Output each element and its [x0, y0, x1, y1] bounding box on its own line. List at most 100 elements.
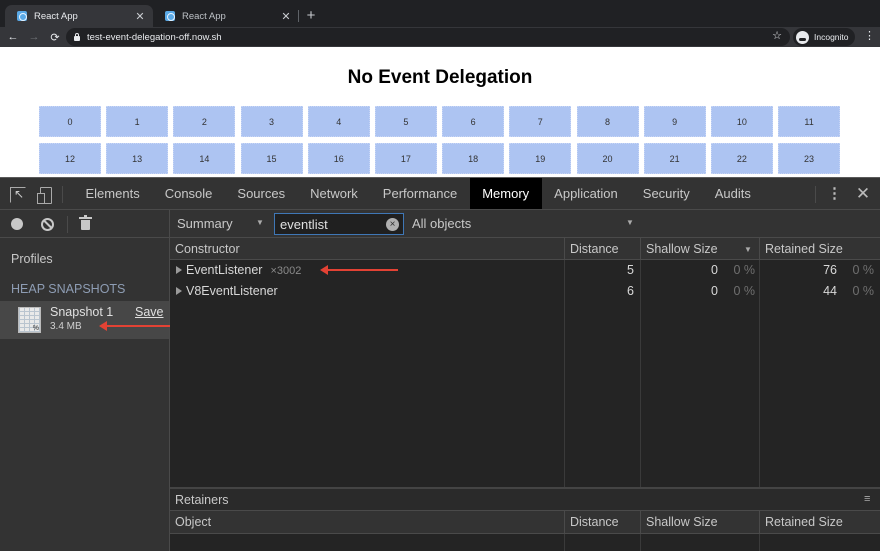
column-header-retained-size[interactable]: Retained Size	[759, 238, 880, 260]
devtools-tab-memory[interactable]: Memory	[469, 178, 542, 209]
devtools-tab-elements[interactable]: Elements	[73, 178, 152, 209]
perspective-select[interactable]: Summary	[177, 216, 233, 231]
devtools-tab-security[interactable]: Security	[630, 178, 702, 209]
grid-cell[interactable]: 13	[106, 143, 169, 174]
browser-tabstrip: React App ✕ React App ✕ +	[0, 0, 880, 27]
address-bar[interactable]: test-event-delegation-off.now.sh ☆	[66, 28, 790, 46]
profiles-heading: Profiles	[11, 252, 53, 266]
column-header-retained-size[interactable]: Retained Size	[759, 511, 880, 533]
grid-cell[interactable]: 23	[778, 143, 841, 174]
retainers-table-header: Object Distance Shallow Size Retained Si…	[170, 511, 880, 534]
retainers-menu-icon[interactable]: ≡	[864, 493, 874, 505]
tab-close-icon[interactable]: ✕	[135, 10, 145, 23]
grid-cell[interactable]: 1	[106, 106, 169, 137]
devtools-tab-network[interactable]: Network	[298, 178, 371, 209]
inspect-element-icon[interactable]	[10, 187, 26, 203]
dropdown-caret-icon[interactable]: ▼	[256, 218, 264, 227]
browser-toolbar: ← → ⟳ test-event-delegation-off.now.sh ☆…	[0, 27, 880, 47]
tab-close-icon[interactable]: ✕	[281, 10, 291, 23]
grid-cell[interactable]: 17	[374, 143, 437, 174]
grid-cell[interactable]: 8	[576, 106, 639, 137]
retained-size-value: 76	[823, 263, 837, 277]
grid-cell[interactable]: 19	[509, 143, 572, 174]
grid-cell[interactable]: 20	[576, 143, 639, 174]
grid-cell[interactable]: 6	[442, 106, 505, 137]
incognito-label: Incognito	[814, 32, 849, 42]
devtools-close-icon[interactable]: ✕	[855, 184, 871, 204]
column-header-shallow-size[interactable]: Shallow Size	[640, 511, 759, 533]
lock-icon[interactable]	[74, 32, 80, 41]
tab-title: React App	[34, 10, 78, 22]
column-divider	[564, 534, 565, 551]
devtools-tabs: Elements Console Sources Network Performance…	[73, 178, 763, 209]
table-row[interactable]: V8EventListener 6 0 0 % 44 0 %	[170, 281, 880, 302]
devtools-tab-console[interactable]: Console	[152, 178, 225, 209]
class-filter-input[interactable]	[274, 213, 404, 235]
column-header-object[interactable]: Object	[170, 511, 564, 533]
object-filter-select[interactable]: All objects	[412, 216, 471, 231]
grid-cell[interactable]: 11	[778, 106, 841, 137]
grid-cell[interactable]: 9	[643, 106, 706, 137]
grid-cell[interactable]: 21	[643, 143, 706, 174]
browser-tab-active[interactable]: React App ✕	[5, 5, 153, 27]
grid-cell[interactable]: 18	[442, 143, 505, 174]
device-toolbar-icon[interactable]	[37, 187, 53, 204]
devtools-tab-application[interactable]: Application	[542, 178, 631, 209]
clear-filter-icon[interactable]: ×	[386, 218, 399, 231]
distance-value: 5	[627, 263, 634, 277]
retainers-title: Retainers	[175, 493, 229, 507]
devtools-tab-performance[interactable]: Performance	[370, 178, 469, 209]
table-row[interactable]: EventListener ×3002 5 0 0 % 76 0 %	[170, 260, 880, 281]
devtools-menu-icon[interactable]: ⋮	[827, 185, 842, 203]
back-button[interactable]: ←	[5, 31, 21, 43]
shallow-size-value: 0	[711, 284, 718, 298]
number-grid: 0 1 2 3 4 5 6 7 8 9 10 11 12 13 14 15 16 17 18 19 20 21 22 23	[39, 106, 841, 174]
grid-cell[interactable]: 7	[509, 106, 572, 137]
expand-triangle-icon[interactable]	[176, 287, 182, 295]
expand-triangle-icon[interactable]	[176, 266, 182, 274]
snapshot-list-item[interactable]: Snapshot 1 3.4 MB Save	[0, 301, 169, 339]
shallow-size-value: 0	[711, 263, 718, 277]
retained-size-value: 44	[823, 284, 837, 298]
devtools-panel: ElementsConsoleSourcesNetworkPerformance…	[0, 177, 880, 551]
column-header-shallow-size[interactable]: Shallow Size	[640, 238, 759, 260]
tab-title: React App	[182, 10, 226, 22]
grid-cell[interactable]: 14	[173, 143, 236, 174]
grid-cell[interactable]: 12	[39, 143, 101, 174]
react-favicon-icon	[17, 11, 27, 21]
constructor-name: EventListener ×3002	[186, 263, 301, 277]
column-header-constructor[interactable]: Constructor	[170, 238, 564, 260]
grid-cell[interactable]: 4	[307, 106, 370, 137]
reload-button[interactable]: ⟳	[47, 31, 63, 44]
devtools-tab-audits[interactable]: Audits	[702, 178, 763, 209]
clear-all-icon[interactable]	[41, 218, 54, 231]
record-icon[interactable]	[11, 218, 23, 230]
grid-cell[interactable]: 2	[173, 106, 236, 137]
grid-cell[interactable]: 3	[240, 106, 303, 137]
grid-cell[interactable]: 10	[710, 106, 773, 137]
heap-snapshots-heading: HEAP SNAPSHOTS	[11, 282, 126, 296]
grid-cell[interactable]: 5	[374, 106, 437, 137]
grid-cell[interactable]: 16	[307, 143, 370, 174]
grid-cell[interactable]: 22	[710, 143, 773, 174]
devtools-tab-sources[interactable]: Sources	[225, 178, 298, 209]
column-header-distance[interactable]: Distance	[564, 238, 640, 260]
url-text[interactable]: test-event-delegation-off.now.sh	[87, 32, 222, 43]
bookmark-star-icon[interactable]: ☆	[772, 29, 782, 42]
dropdown-caret-icon[interactable]: ▼	[626, 218, 634, 227]
column-header-distance[interactable]: Distance	[564, 511, 640, 533]
distance-value: 6	[627, 284, 634, 298]
browser-menu-icon[interactable]: ⋮	[864, 29, 875, 43]
new-tab-button[interactable]: +	[304, 6, 318, 26]
save-snapshot-link[interactable]: Save	[135, 305, 164, 319]
trash-icon[interactable]	[79, 215, 92, 230]
heap-snapshot-icon	[18, 307, 41, 333]
shallow-size-percent: 0 %	[733, 263, 755, 277]
incognito-profile-button[interactable]: Incognito	[793, 28, 855, 46]
grid-cell[interactable]: 15	[240, 143, 303, 174]
grid-cell[interactable]: 0	[39, 106, 101, 137]
forward-button[interactable]: →	[26, 31, 42, 43]
browser-tab[interactable]: React App ✕	[153, 5, 299, 27]
constructor-label: EventListener	[186, 263, 263, 277]
shallow-size-percent: 0 %	[733, 284, 755, 298]
